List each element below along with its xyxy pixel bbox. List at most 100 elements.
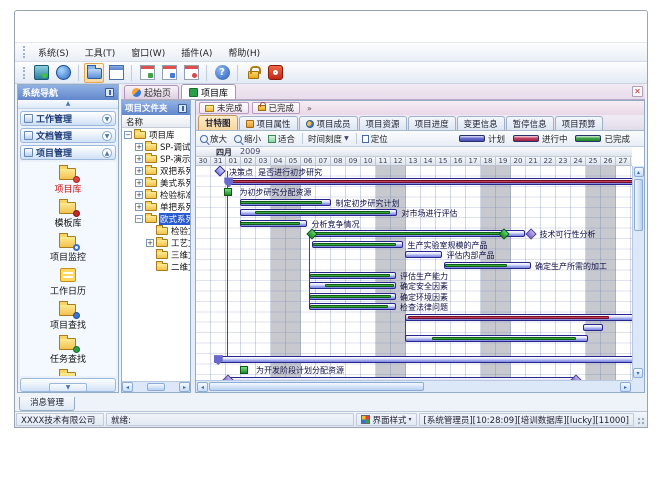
gantt-tab[interactable]: 项目进度 <box>408 116 456 130</box>
sidebar-item[interactable]: 任务查找 <box>20 335 116 365</box>
zoom-out-button[interactable]: 缩小 <box>234 133 261 145</box>
tree-node[interactable]: −欧式系列 <box>122 213 190 225</box>
tree-node[interactable]: +SP-演示机系 <box>122 153 190 165</box>
expand-icon[interactable]: + <box>135 143 143 151</box>
scroll-left-icon[interactable]: ◂ <box>122 382 133 392</box>
remote-desktop-button[interactable] <box>31 63 51 83</box>
sidebar-item[interactable]: 项目文档查找 <box>20 369 116 376</box>
chevron-up-icon[interactable]: ▲ <box>102 148 112 158</box>
expand-icon[interactable]: + <box>135 179 143 187</box>
locate-button[interactable]: 定位 <box>362 133 388 145</box>
menu-item[interactable]: 窗口(W) <box>123 44 173 61</box>
close-tab-button[interactable]: ✕ <box>632 86 643 97</box>
sidebar-item[interactable]: 模板库 <box>20 199 116 229</box>
tree-node[interactable]: 三维文件 <box>122 249 190 261</box>
expand-icon[interactable]: + <box>135 191 143 199</box>
sidebar-group-2[interactable]: 文档管理▼ <box>20 128 116 143</box>
tree-node[interactable]: −项目库 <box>122 129 190 141</box>
expand-icon[interactable]: + <box>135 167 143 175</box>
document-tab[interactable]: 项目库 <box>181 84 236 99</box>
gantt-tab[interactable]: 项目属性 <box>239 116 298 130</box>
scroll-right-icon[interactable]: ▸ <box>620 382 631 392</box>
tree-horizontal-scrollbar[interactable]: ◂ ▸ <box>122 381 190 392</box>
gantt-tab[interactable]: 变更信息 <box>457 116 505 130</box>
folder-toolbar-button[interactable] <box>84 63 104 83</box>
expand-icon[interactable]: + <box>135 203 143 211</box>
sidebar-group-1[interactable]: 工作管理▼ <box>20 111 116 126</box>
tree-node[interactable]: 检验文件 <box>122 225 190 237</box>
tree-node[interactable]: 二维文件 <box>122 261 190 273</box>
tree-node[interactable]: +工艺文件 <box>122 237 190 249</box>
gantt-tab[interactable]: 项目成员 <box>299 116 358 130</box>
gantt-horizontal-scrollbar[interactable]: ◂ ▸ <box>196 380 632 392</box>
milestone-square-icon[interactable] <box>240 366 248 374</box>
toolbar-overflow-icon[interactable]: » <box>307 104 312 113</box>
fit-icon <box>268 135 276 143</box>
calendar-icon <box>60 268 76 282</box>
zoom-in-button[interactable]: 放大 <box>200 133 227 145</box>
sidebar-item[interactable]: 项目查找 <box>20 301 116 331</box>
gantt-tab[interactable]: 甘特图 <box>198 115 238 130</box>
expand-icon[interactable]: + <box>135 155 143 163</box>
chevron-down-icon[interactable]: ▼ <box>102 131 112 141</box>
task-progress-active <box>230 180 632 183</box>
message-management-tab[interactable]: 消息管理 <box>19 397 75 411</box>
fit-button[interactable]: 适合 <box>268 133 295 145</box>
resize-grip[interactable] <box>635 412 647 427</box>
time-scale-dropdown[interactable]: 时间刻度▼ <box>308 133 349 145</box>
scroll-thumb[interactable] <box>147 383 165 391</box>
finished-filter-button[interactable]: 已完成 <box>252 102 301 114</box>
unfinished-filter-button[interactable]: 未完成 <box>199 102 249 114</box>
gantt-tab[interactable]: 项目资源 <box>359 116 407 130</box>
pin-icon[interactable] <box>105 88 114 97</box>
tree-node[interactable]: +SP-调试机系 <box>122 141 190 153</box>
sidebar-item[interactable]: 项目监控 <box>20 233 116 263</box>
help-button[interactable] <box>212 63 232 83</box>
calendar-close-button[interactable] <box>181 63 201 83</box>
globe-button[interactable] <box>53 63 73 83</box>
gantt-chart[interactable]: 决策点 是否进行初步研究为初步研究分配资源制定初步研究计划对市场进行评估分析竞争… <box>196 166 632 380</box>
scroll-right-icon[interactable]: ▸ <box>179 382 190 392</box>
chevron-down-icon[interactable]: ▼ <box>102 114 112 124</box>
calendar-new-button[interactable] <box>137 63 157 83</box>
gantt-tab[interactable]: 暂停信息 <box>506 116 554 130</box>
sidebar-scroll-down-button[interactable]: ▼ <box>49 383 87 392</box>
collapse-icon[interactable]: − <box>135 215 143 223</box>
gantt-tab[interactable]: 项目预算 <box>555 116 603 130</box>
lock-button[interactable] <box>243 63 263 83</box>
document-tab[interactable]: 起始页 <box>124 85 179 99</box>
collapse-icon[interactable]: − <box>124 131 132 139</box>
scroll-thumb[interactable] <box>634 179 643 231</box>
exit-button[interactable] <box>265 63 285 83</box>
sidebar-item[interactable]: 项目库 <box>20 165 116 195</box>
scroll-down-icon[interactable]: ▾ <box>633 368 643 378</box>
calendar-edit-icon <box>162 65 177 80</box>
menu-item[interactable]: 工具(T) <box>77 44 124 61</box>
sidebar-item[interactable]: 工作日历 <box>20 267 116 297</box>
menu-item[interactable]: 系统(S) <box>30 44 77 61</box>
scroll-up-icon[interactable]: ▴ <box>634 167 644 177</box>
gantt-vertical-scrollbar[interactable]: ▴ ▾ <box>632 166 644 380</box>
sidebar-scroll-up-button[interactable]: ▲ <box>18 100 118 109</box>
tree-node-label: 双把系列 <box>159 165 190 177</box>
task-bar[interactable] <box>214 356 632 363</box>
task-bar[interactable] <box>405 251 443 258</box>
interface-style-button[interactable]: 界面样式 ▾ <box>356 413 417 426</box>
expand-icon[interactable]: + <box>146 239 154 247</box>
menu-item[interactable]: 插件(A) <box>173 44 220 61</box>
window-layout-button[interactable] <box>106 63 126 83</box>
folder-red-icon <box>58 165 78 181</box>
sidebar-group-3[interactable]: 项目管理▲ <box>20 145 116 160</box>
tree-node[interactable]: +检验标准 <box>122 189 190 201</box>
menu-item[interactable]: 帮助(H) <box>220 44 268 61</box>
milestone-square-icon[interactable] <box>224 188 232 196</box>
scroll-left-icon[interactable]: ◂ <box>197 382 208 392</box>
scroll-thumb[interactable] <box>209 382 424 391</box>
tree-node[interactable]: + 双把系列 <box>122 165 190 177</box>
calendar-edit-button[interactable] <box>159 63 179 83</box>
sidebar-collapsed-group[interactable]: ▼ <box>20 378 116 392</box>
tree-node[interactable]: +单把系列 <box>122 201 190 213</box>
tree-node[interactable]: +美式系列 <box>122 177 190 189</box>
pin-icon[interactable] <box>178 104 187 113</box>
task-bar[interactable] <box>583 324 603 331</box>
